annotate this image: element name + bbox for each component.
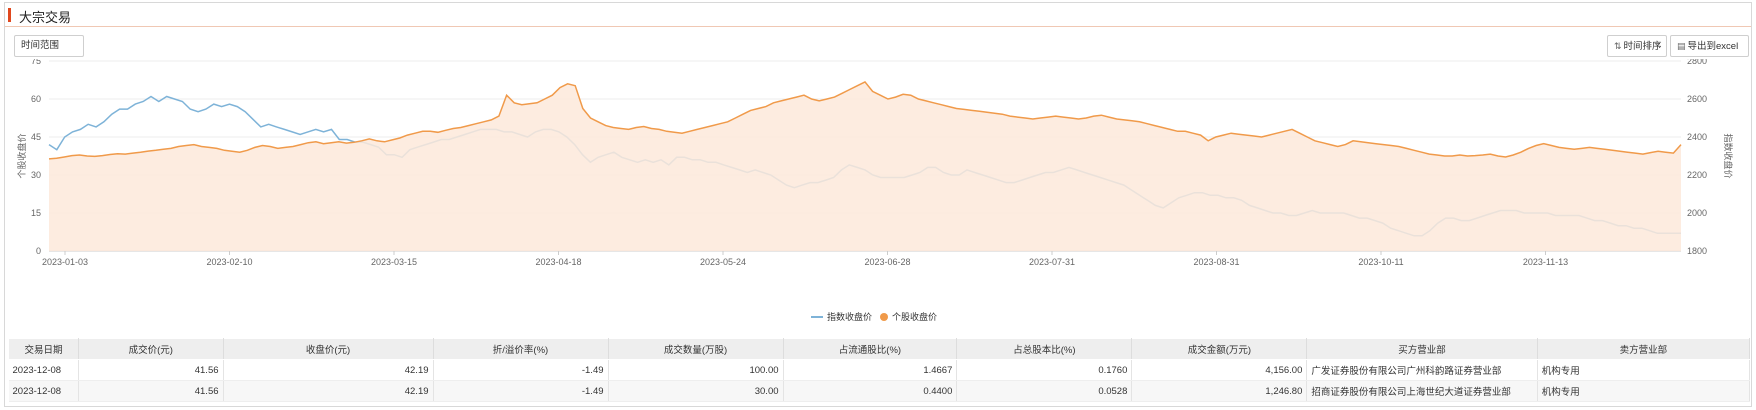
- column-header[interactable]: 成交数量(万股): [607, 338, 784, 360]
- table-cell: 0.0528: [956, 380, 1133, 402]
- block-trade-panel: 大宗交易 时间范围 ⇅ 时间排序 ▤ 导出到excel 0 15 30 45 60 75 180…: [4, 2, 1752, 407]
- left-tick-label: 60: [31, 94, 41, 104]
- table-cell: 招商证券股份有限公司上海世纪大道证券营业部: [1306, 380, 1538, 402]
- right-tick-label: 2600: [1687, 94, 1707, 104]
- table-row[interactable]: 2023-12-08 41.56 42.19 -1.49 100.00 1.4667 0.1…: [8, 359, 1751, 381]
- table-body: 2023-12-08 41.56 42.19 -1.49 100.00 1.4667 0.1…: [8, 359, 1751, 402]
- legend-swatch: [880, 313, 888, 321]
- left-tick-label: 0: [36, 246, 41, 256]
- column-header[interactable]: 交易日期: [8, 338, 79, 360]
- column-header[interactable]: 占总股本比(%): [956, 338, 1133, 360]
- right-axis-label: 指数收盘价: [1723, 133, 1734, 178]
- table-cell: 机构专用: [1537, 380, 1751, 402]
- x-tick-label: 2023-10-11: [1358, 257, 1403, 267]
- table-cell: -1.49: [433, 380, 609, 402]
- table-cell: 广发证券股份有限公司广州科韵路证券营业部: [1306, 359, 1538, 381]
- table-cell: 100.00: [608, 359, 784, 381]
- column-header[interactable]: 收盘价(元): [222, 338, 434, 360]
- table-cell: 0.4400: [783, 380, 958, 402]
- table-cell: 1.4667: [783, 359, 958, 381]
- right-tick-label: 1800: [1687, 246, 1707, 256]
- column-header[interactable]: 折/溢价率(%): [432, 338, 609, 360]
- right-tick-label: 2000: [1687, 208, 1707, 218]
- export-excel-button[interactable]: ▤ 导出到excel: [1670, 35, 1749, 57]
- table-cell: 41.56: [78, 359, 224, 381]
- x-tick-label: 2023-08-31: [1193, 257, 1239, 267]
- x-tick-label: 2023-11-13: [1523, 257, 1568, 267]
- x-tick-label: 2023-07-31: [1029, 257, 1075, 267]
- right-tick-label: 2400: [1687, 132, 1707, 142]
- column-header[interactable]: 卖方营业部: [1536, 338, 1751, 360]
- panel-title: 大宗交易: [19, 10, 72, 25]
- table-header-row: 交易日期 成交价(元) 收盘价(元) 折/溢价率(%) 成交数量(万股) 占流通股比(%)…: [8, 338, 1751, 360]
- series-area: [49, 81, 1681, 252]
- column-header[interactable]: 成交金额(万元): [1131, 338, 1308, 360]
- x-tick-label: 2023-01-03: [42, 257, 88, 267]
- sort-arrows-icon: ⇅: [1614, 41, 1622, 51]
- left-tick-label: 30: [31, 170, 41, 180]
- column-header[interactable]: 占流通股比(%): [782, 338, 958, 360]
- table-cell: 4,156.00: [1131, 359, 1308, 381]
- column-header[interactable]: 买方营业部: [1306, 338, 1538, 360]
- excel-icon: ▤: [1677, 41, 1686, 51]
- time-sort-button[interactable]: ⇅ 时间排序: [1607, 35, 1667, 57]
- table-cell: 30.00: [608, 380, 784, 402]
- panel-header: 大宗交易: [5, 3, 1751, 27]
- legend-label: 个股收盘价: [892, 311, 937, 322]
- time-range-label: 时间范围: [21, 40, 60, 51]
- left-tick-label: 15: [31, 208, 41, 218]
- table-cell: 2023-12-08: [8, 359, 79, 381]
- x-tick-label: 2023-02-10: [206, 257, 252, 267]
- table-cell: 42.19: [223, 359, 434, 381]
- table-cell: 42.19: [223, 380, 434, 402]
- table-cell: 1,246.80: [1131, 380, 1308, 402]
- x-tick-label: 2023-03-15: [371, 257, 417, 267]
- time-range-button[interactable]: 时间范围: [14, 35, 84, 57]
- header-accent-bar: [8, 8, 11, 22]
- block-trade-table: 交易日期 成交价(元) 收盘价(元) 折/溢价率(%) 成交数量(万股) 占流通股比(%)…: [8, 338, 1751, 402]
- price-chart: 0 15 30 45 60 75 1800 2000 2200 2400 2600 2800 个股收盘价…: [16, 59, 1734, 322]
- column-header[interactable]: 成交价(元): [78, 338, 224, 360]
- legend-label: 指数收盘价: [827, 311, 872, 322]
- table-row[interactable]: 2023-12-08 41.56 42.19 -1.49 30.00 0.4400 0.05…: [8, 380, 1751, 402]
- right-tick-label: 2800: [1687, 59, 1707, 66]
- table-cell: 0.1760: [956, 359, 1133, 381]
- left-tick-label: 75: [31, 59, 41, 66]
- table-cell: -1.49: [433, 359, 609, 381]
- right-tick-label: 2200: [1687, 170, 1707, 180]
- x-tick-label: 2023-06-28: [864, 257, 910, 267]
- time-sort-label: 时间排序: [1623, 41, 1662, 52]
- left-axis-label: 个股收盘价: [16, 133, 27, 178]
- export-excel-label: 导出到excel: [1687, 41, 1739, 52]
- x-tick-label: 2023-04-18: [535, 257, 581, 267]
- table-cell: 2023-12-08: [8, 380, 79, 402]
- table-cell: 41.56: [78, 380, 224, 402]
- table-cell: 机构专用: [1537, 359, 1751, 381]
- x-tick-label: 2023-05-24: [700, 257, 746, 267]
- left-tick-label: 45: [31, 132, 41, 142]
